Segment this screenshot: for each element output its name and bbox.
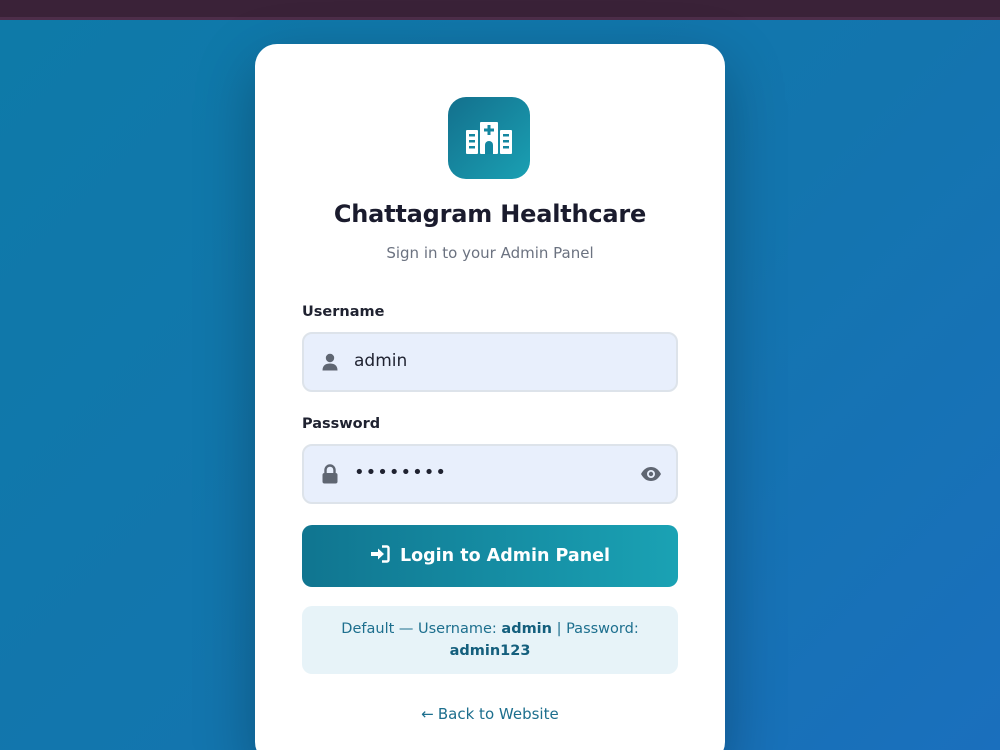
username-label: Username <box>302 304 385 320</box>
password-field[interactable]: •••••••• <box>302 444 678 504</box>
hint-password: admin123 <box>449 643 531 659</box>
password-input[interactable]: •••••••• <box>354 462 447 483</box>
eye-icon[interactable] <box>640 464 662 484</box>
hint-username: admin <box>501 621 552 637</box>
hint-prefix: Default — Username: <box>341 621 502 637</box>
page-subtitle: Sign in to your Admin Panel <box>386 244 594 262</box>
back-link-label: Back to Website <box>437 705 559 723</box>
default-credentials-hint: Default — Username: admin | Password: ad… <box>302 606 678 674</box>
lock-icon <box>320 464 340 484</box>
login-button[interactable]: Login to Admin Panel <box>302 525 678 587</box>
back-to-website-link[interactable]: ← Back to Website <box>255 705 725 723</box>
login-card: Chattagram Healthcare Sign in to your Ad… <box>255 44 725 750</box>
hint-separator: | Password: <box>551 621 639 637</box>
logo-badge <box>448 97 530 179</box>
password-label: Password <box>302 416 381 432</box>
username-field[interactable]: admin <box>302 332 678 392</box>
arrow-left-icon: ← <box>421 705 434 723</box>
page-title: Chattagram Healthcare <box>333 200 647 228</box>
username-input[interactable]: admin <box>354 351 407 371</box>
sign-in-icon <box>370 545 390 567</box>
browser-top-bar <box>0 0 1000 20</box>
hospital-icon <box>466 122 512 154</box>
login-button-label: Login to Admin Panel <box>399 546 611 566</box>
user-icon <box>320 352 340 372</box>
